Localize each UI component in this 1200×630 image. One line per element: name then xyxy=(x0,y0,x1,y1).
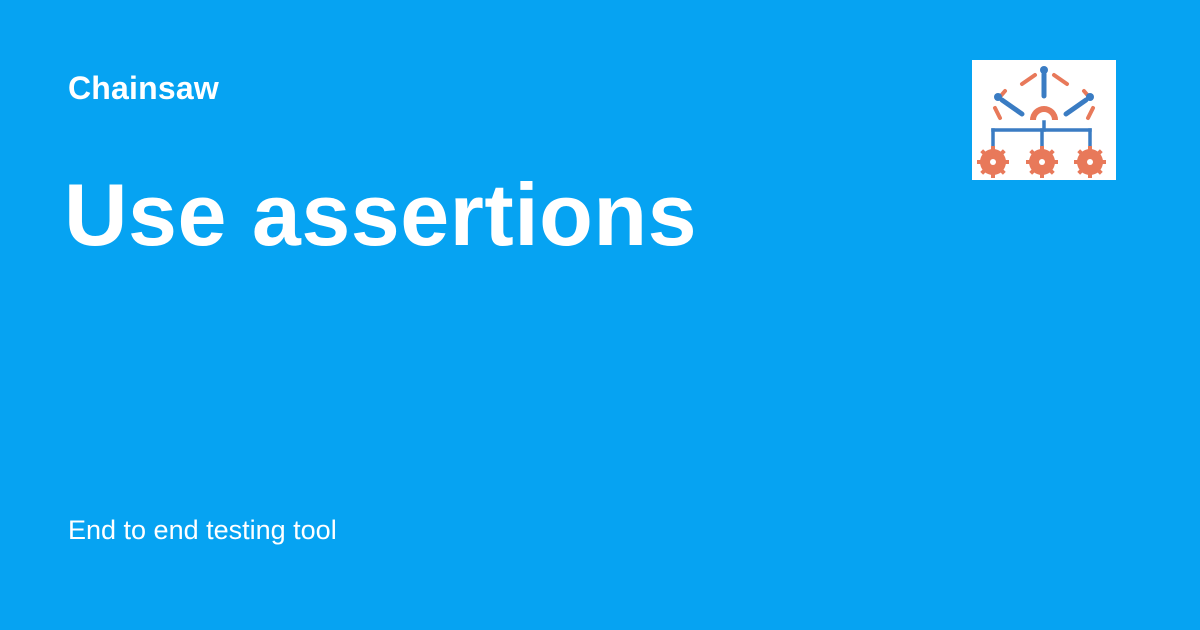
tagline: End to end testing tool xyxy=(68,515,337,545)
site-name: Chainsaw xyxy=(68,70,219,106)
chainsaw-logo-icon xyxy=(972,60,1116,180)
social-card: Chainsaw Use assertions End to end testi… xyxy=(0,0,1200,630)
page-title: Use assertions xyxy=(64,165,698,264)
